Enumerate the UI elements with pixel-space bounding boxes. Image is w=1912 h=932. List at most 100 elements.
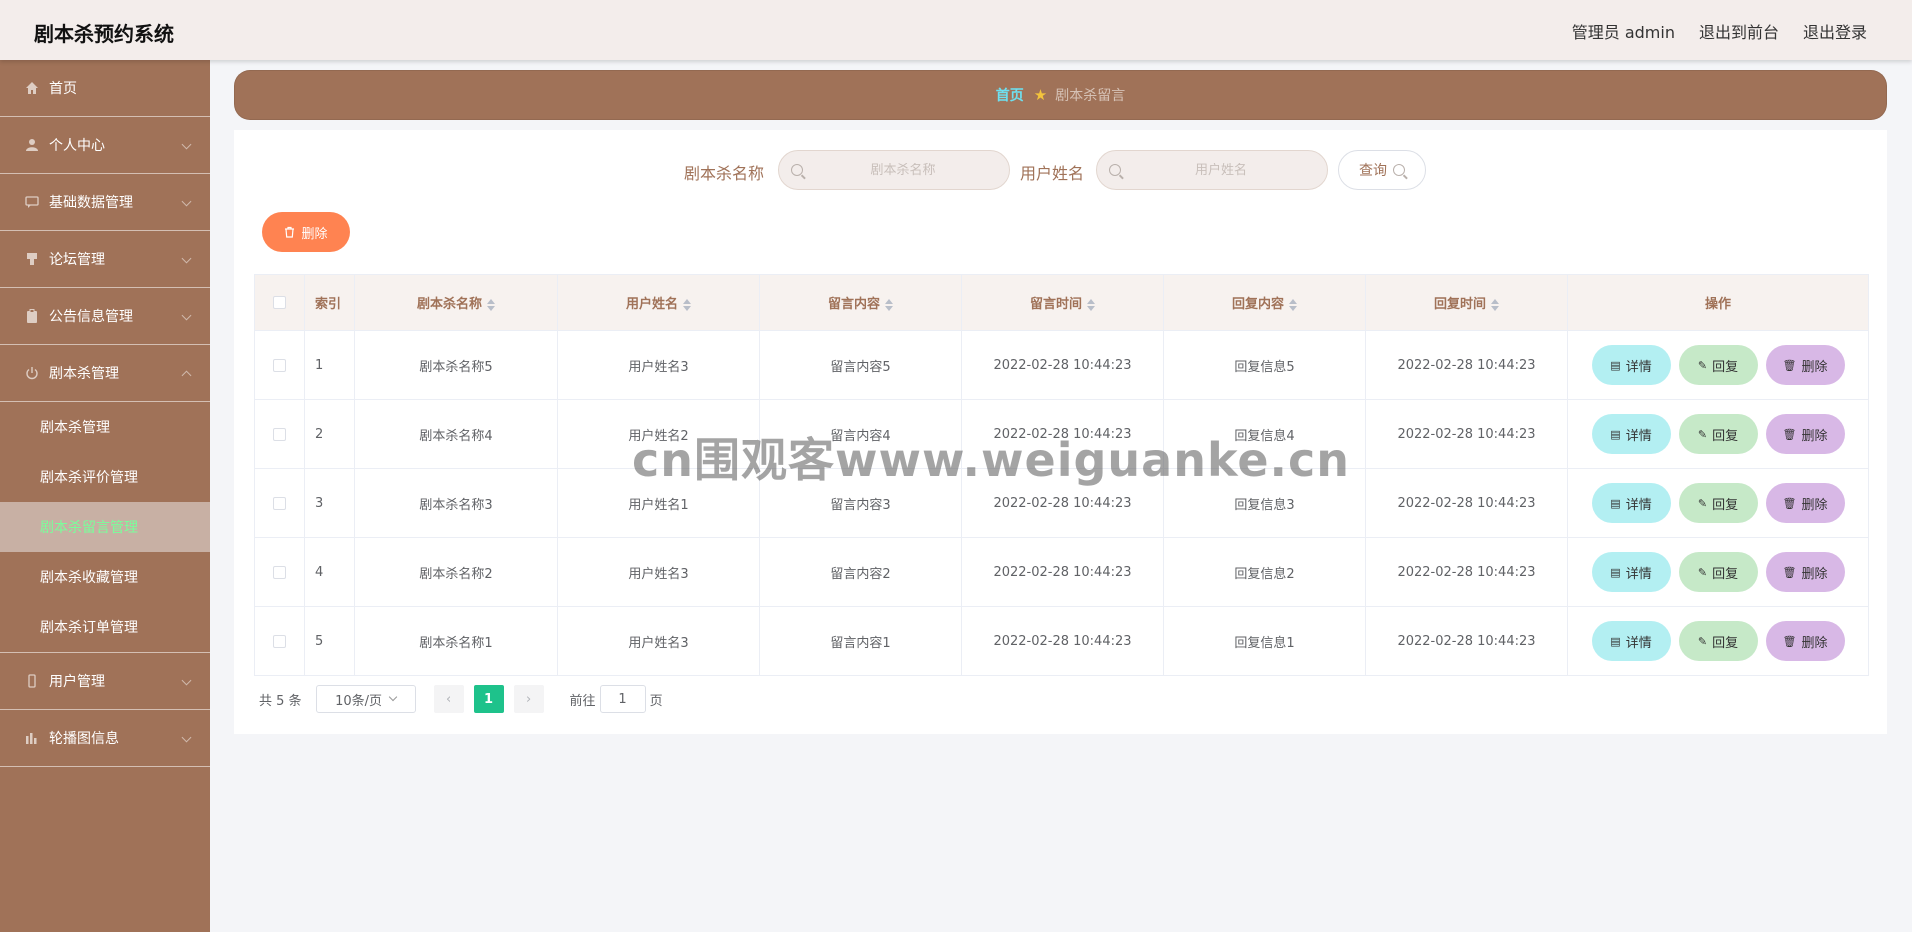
cell-script-name: 剧本杀名称3 <box>354 468 558 538</box>
search-icon <box>1393 164 1405 176</box>
sort-icon[interactable] <box>1491 298 1499 312</box>
sidebar-item-carousel[interactable]: 轮播图信息 <box>0 710 210 767</box>
row-checkbox[interactable] <box>273 358 286 372</box>
cell-message-content: 留言内容4 <box>759 399 962 469</box>
phone-icon <box>24 673 40 689</box>
row-actions: ▤ 详情 ✎ 回复 🗑 删除 <box>1568 345 1868 385</box>
page-number-current[interactable]: 1 <box>473 685 504 713</box>
home-icon <box>24 80 40 96</box>
script-name-input[interactable] <box>803 162 1003 178</box>
page-jump-input[interactable] <box>599 685 646 713</box>
column-header-message-content[interactable]: 留言内容 <box>759 274 962 331</box>
breadcrumb-home[interactable]: 首页 <box>996 85 1024 105</box>
script-submenu: 剧本杀管理 剧本杀评价管理 剧本杀留言管理 剧本杀收藏管理 剧本杀订单管理 <box>0 402 210 653</box>
column-header-reply-time[interactable]: 回复时间 <box>1365 274 1568 331</box>
sidebar-item-announcement[interactable]: 公告信息管理 <box>0 288 210 345</box>
sidebar-item-label: 用户管理 <box>49 674 105 690</box>
trash-icon: 🗑 <box>1782 427 1797 441</box>
delete-button-label: 删除 <box>1801 497 1828 513</box>
edit-icon: ✎ <box>1697 427 1708 441</box>
row-select-cell <box>254 399 305 469</box>
reply-button[interactable]: ✎ 回复 <box>1678 621 1758 661</box>
delete-button[interactable]: 🗑 删除 <box>1765 345 1845 385</box>
submenu-item-message[interactable]: 剧本杀留言管理 <box>0 502 210 552</box>
detail-button[interactable]: ▤ 详情 <box>1591 483 1671 523</box>
detail-button[interactable]: ▤ 详情 <box>1591 552 1671 592</box>
sort-icon[interactable] <box>885 298 893 312</box>
prev-page-button[interactable]: ‹ <box>433 685 464 713</box>
reply-button[interactable]: ✎ 回复 <box>1678 345 1758 385</box>
row-select-cell <box>254 606 305 676</box>
next-page-button[interactable]: › <box>513 685 544 713</box>
logout-link[interactable]: 退出登录 <box>1803 19 1867 43</box>
trash-icon: 🗑 <box>1782 634 1797 648</box>
cell-message-time: 2022-02-28 10:44:23 <box>961 468 1164 538</box>
delete-button[interactable]: 🗑 删除 <box>1765 483 1845 523</box>
row-checkbox[interactable] <box>273 496 286 510</box>
submenu-item-order[interactable]: 剧本杀订单管理 <box>0 602 210 652</box>
detail-button-label: 详情 <box>1625 428 1652 444</box>
user-name-search[interactable] <box>1096 150 1328 190</box>
forum-icon <box>24 251 40 267</box>
reply-button[interactable]: ✎ 回复 <box>1678 552 1758 592</box>
column-header-user-name[interactable]: 用户姓名 <box>557 274 760 331</box>
sidebar-item-home[interactable]: 首页 <box>0 60 210 117</box>
edit-icon: ✎ <box>1697 634 1708 648</box>
page-size-select[interactable]: 10条/页 <box>315 685 416 713</box>
bar-chart-icon <box>24 730 40 746</box>
detail-button[interactable]: ▤ 详情 <box>1591 414 1671 454</box>
cell-index: 3 <box>304 468 355 538</box>
script-name-label: 剧本杀名称 <box>684 164 765 183</box>
row-checkbox[interactable] <box>273 565 286 579</box>
pagination-total: 共 5 条 <box>259 693 302 709</box>
main-panel: 剧本杀名称 用户姓名 查询 删除 索引 剧本杀名称 用户姓名 留 <box>234 130 1887 734</box>
sort-icon[interactable] <box>1087 298 1095 312</box>
sort-icon[interactable] <box>683 298 691 312</box>
table-row: 5 剧本杀名称1 用户姓名3 留言内容1 2022-02-28 10:44:23 回复信息… <box>254 606 1869 676</box>
user-name-input[interactable] <box>1121 162 1321 178</box>
delete-button-label: 删除 <box>1801 359 1828 375</box>
sort-icon[interactable] <box>487 298 495 312</box>
reply-button[interactable]: ✎ 回复 <box>1678 414 1758 454</box>
row-checkbox[interactable] <box>273 634 286 648</box>
submenu-item-favorite[interactable]: 剧本杀收藏管理 <box>0 552 210 602</box>
edit-icon: ✎ <box>1697 358 1708 372</box>
sidebar-item-user-management[interactable]: 用户管理 <box>0 653 210 710</box>
query-button[interactable]: 查询 <box>1338 150 1426 190</box>
breadcrumb: 首页 ★ 剧本杀留言 <box>234 70 1887 120</box>
cell-message-time: 2022-02-28 10:44:23 <box>961 330 1164 400</box>
column-header-reply-content[interactable]: 回复内容 <box>1163 274 1366 331</box>
select-all-checkbox[interactable] <box>273 296 286 309</box>
sidebar-item-label: 论坛管理 <box>49 252 105 268</box>
page-jump: 前往 页 <box>570 685 663 713</box>
document-icon: ▤ <box>1610 358 1621 372</box>
back-to-front-link[interactable]: 退出到前台 <box>1699 19 1779 43</box>
delete-button-label: 删除 <box>1801 566 1828 582</box>
trash-icon: 🗑 <box>1782 358 1797 372</box>
detail-button[interactable]: ▤ 详情 <box>1591 345 1671 385</box>
script-name-search[interactable] <box>778 150 1010 190</box>
cell-user-name: 用户姓名2 <box>557 399 760 469</box>
detail-button[interactable]: ▤ 详情 <box>1591 621 1671 661</box>
reply-button-label: 回复 <box>1712 497 1739 513</box>
admin-label[interactable]: 管理员 admin <box>1572 19 1675 43</box>
submenu-item-review[interactable]: 剧本杀评价管理 <box>0 452 210 502</box>
delete-button[interactable]: 🗑 删除 <box>1765 414 1845 454</box>
reply-button[interactable]: ✎ 回复 <box>1678 483 1758 523</box>
sidebar-item-basic-data[interactable]: 基础数据管理 <box>0 174 210 231</box>
row-actions: ▤ 详情 ✎ 回复 🗑 删除 <box>1568 552 1868 592</box>
cell-actions: ▤ 详情 ✎ 回复 🗑 删除 <box>1567 537 1869 607</box>
batch-delete-button[interactable]: 删除 <box>262 212 350 252</box>
column-header-message-time[interactable]: 留言时间 <box>961 274 1164 331</box>
row-checkbox[interactable] <box>273 427 286 441</box>
sidebar-item-script-management[interactable]: 剧本杀管理 <box>0 345 210 402</box>
delete-button[interactable]: 🗑 删除 <box>1765 621 1845 661</box>
submenu-item-script[interactable]: 剧本杀管理 <box>0 402 210 452</box>
column-header-script-name[interactable]: 剧本杀名称 <box>354 274 558 331</box>
delete-button[interactable]: 🗑 删除 <box>1765 552 1845 592</box>
sort-icon[interactable] <box>1289 298 1297 312</box>
sidebar-item-personal-center[interactable]: 个人中心 <box>0 117 210 174</box>
row-select-cell <box>254 468 305 538</box>
batch-delete-label: 删除 <box>301 226 328 242</box>
sidebar-item-forum[interactable]: 论坛管理 <box>0 231 210 288</box>
